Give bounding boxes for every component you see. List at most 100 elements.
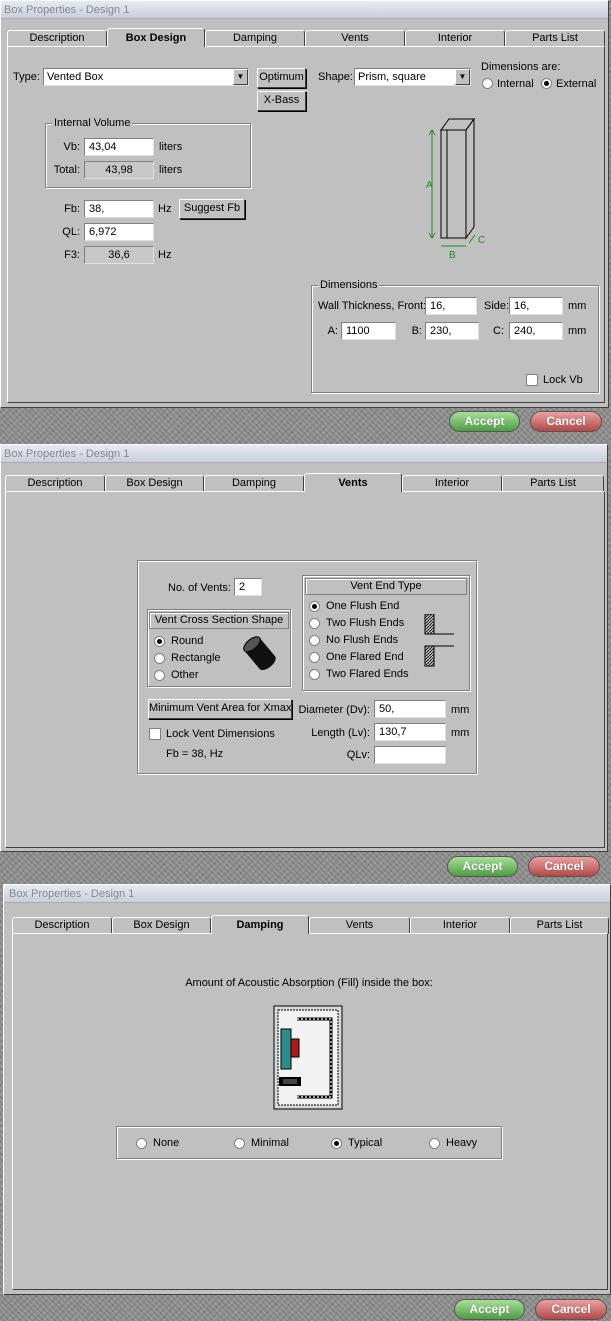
chevron-down-icon[interactable]: ▼ — [455, 69, 470, 85]
one-flush-end-label: One Flush End — [326, 600, 400, 612]
vb-input[interactable]: 43,04 — [84, 138, 154, 156]
length-input[interactable]: 130,7 — [374, 723, 446, 741]
cancel-button[interactable]: Cancel — [528, 856, 600, 877]
lock-vb-checkbox[interactable] — [526, 374, 538, 386]
total-unit: liters — [159, 164, 183, 176]
minimum-vent-area-button[interactable]: Minimum Vent Area for Xmax — [148, 699, 292, 719]
vents-group: No. of Vents: 2 Vent Cross Section Shape… — [137, 560, 477, 774]
tab-description[interactable]: Description — [7, 30, 107, 47]
typical-radio[interactable] — [331, 1138, 342, 1149]
tab-parts-list[interactable]: Parts List — [505, 30, 605, 47]
tab-damping[interactable]: Damping — [205, 30, 305, 47]
one-flared-end-radio[interactable] — [309, 652, 320, 663]
b-input[interactable]: 230, — [425, 322, 479, 340]
vb-label: Vb: — [63, 141, 80, 153]
rectangle-radio[interactable] — [154, 653, 165, 664]
tab-panel: Type: Vented Box ▼ Optimum X-Bass Shape:… — [7, 46, 605, 403]
c-input[interactable]: 240, — [509, 322, 563, 340]
x-bass-button[interactable]: X-Bass — [257, 91, 306, 111]
tab-description[interactable]: Description — [5, 475, 105, 492]
wall-unit: mm — [568, 300, 587, 312]
f3-value: 36,6 — [84, 246, 154, 264]
internal-volume-title: Internal Volume — [52, 116, 133, 130]
dialog-box-design: Box Properties - Design 1 Description Bo… — [0, 0, 609, 408]
two-flared-ends-label: Two Flared Ends — [326, 668, 409, 680]
c-label: C: — [493, 325, 504, 337]
dimensions-title: Dimensions — [318, 278, 380, 292]
round-radio[interactable] — [154, 636, 165, 647]
b-label: B: — [411, 325, 422, 337]
accept-button[interactable]: Accept — [449, 411, 520, 432]
diameter-label: Diameter (Dv): — [298, 704, 370, 716]
heavy-label: Heavy — [446, 1137, 478, 1149]
other-label: Other — [171, 669, 199, 681]
cancel-button[interactable]: Cancel — [530, 411, 602, 432]
dialog-vents: Box Properties - Design 1 Description Bo… — [0, 444, 608, 852]
tab-bar: Description Box Design Damping Vents Int… — [5, 473, 607, 492]
internal-radio[interactable] — [482, 78, 493, 89]
cancel-button[interactable]: Cancel — [535, 1299, 607, 1320]
tab-bar: Description Box Design Damping Vents Int… — [12, 915, 610, 934]
shape-value: Prism, square — [358, 71, 426, 83]
a-input[interactable]: 1100 — [341, 322, 396, 340]
one-flared-end-label: One Flared End — [326, 651, 404, 663]
qlv-input[interactable] — [374, 746, 446, 764]
fb-input[interactable]: 38, — [84, 200, 154, 218]
one-flush-end-radio[interactable] — [309, 601, 320, 612]
cross-section-group: Vent Cross Section Shape Round Rectangle… — [147, 609, 291, 687]
vb-unit: liters — [159, 141, 183, 153]
tab-panel: Amount of Acoustic Absorption (Fill) ins… — [12, 933, 608, 1290]
two-flush-ends-label: Two Flush Ends — [326, 617, 405, 629]
type-select[interactable]: Vented Box ▼ — [43, 68, 249, 86]
tab-vents[interactable]: Vents — [304, 473, 402, 492]
tab-parts-list[interactable]: Parts List — [502, 475, 604, 492]
qlv-label: QLv: — [346, 749, 370, 761]
number-of-vents-label: No. of Vents: — [168, 582, 231, 594]
wall-side-input[interactable]: 16, — [509, 297, 563, 315]
lock-vent-dimensions-checkbox[interactable] — [149, 728, 161, 740]
other-radio[interactable] — [154, 670, 165, 681]
two-flared-ends-radio[interactable] — [309, 669, 320, 680]
dimensions-are-label: Dimensions are: — [481, 61, 561, 73]
wall-front-input[interactable]: 16, — [425, 297, 477, 315]
tab-panel: No. of Vents: 2 Vent Cross Section Shape… — [5, 491, 605, 848]
tab-bar: Description Box Design Damping Vents Int… — [7, 28, 607, 47]
f3-label: F3: — [64, 249, 80, 261]
tab-damping[interactable]: Damping — [211, 915, 309, 934]
tab-interior[interactable]: Interior — [405, 30, 505, 47]
tab-interior[interactable]: Interior — [410, 917, 510, 934]
shape-select[interactable]: Prism, square ▼ — [354, 68, 471, 86]
minimal-radio[interactable] — [234, 1138, 245, 1149]
chevron-down-icon[interactable]: ▼ — [233, 69, 248, 85]
two-flush-ends-radio[interactable] — [309, 618, 320, 629]
length-label: Length (Lv): — [311, 727, 370, 739]
none-radio[interactable] — [136, 1138, 147, 1149]
tab-vents[interactable]: Vents — [305, 30, 405, 47]
no-flush-ends-radio[interactable] — [309, 635, 320, 646]
accept-button[interactable]: Accept — [454, 1299, 525, 1320]
tab-description[interactable]: Description — [12, 917, 112, 934]
tab-interior[interactable]: Interior — [402, 475, 502, 492]
fb-unit: Hz — [158, 203, 172, 215]
heavy-radio[interactable] — [429, 1138, 440, 1149]
tab-box-design[interactable]: Box Design — [107, 28, 205, 47]
absorption-options-group: None Minimal Typical Heavy — [116, 1126, 502, 1159]
tab-parts-list[interactable]: Parts List — [510, 917, 609, 934]
diameter-input[interactable]: 50, — [374, 700, 446, 718]
tab-damping[interactable]: Damping — [204, 475, 304, 492]
number-of-vents-input[interactable]: 2 — [234, 578, 262, 596]
tab-box-design[interactable]: Box Design — [105, 475, 204, 492]
lock-vent-dimensions-label: Lock Vent Dimensions — [166, 728, 275, 740]
optimum-button[interactable]: Optimum — [257, 68, 306, 88]
vent-end-icon — [424, 614, 454, 667]
accept-button[interactable]: Accept — [447, 856, 518, 877]
ql-input[interactable]: 6,972 — [84, 223, 154, 241]
dialog-damping: Box Properties - Design 1 Description Bo… — [3, 884, 611, 1295]
suggest-fb-button[interactable]: Suggest Fb — [179, 199, 245, 219]
tab-box-design[interactable]: Box Design — [112, 917, 211, 934]
tab-vents[interactable]: Vents — [309, 917, 410, 934]
absorption-heading: Amount of Acoustic Absorption (Fill) ins… — [185, 977, 433, 989]
external-radio[interactable] — [541, 78, 552, 89]
ql-label: QL: — [62, 226, 80, 238]
diameter-unit: mm — [451, 704, 470, 716]
